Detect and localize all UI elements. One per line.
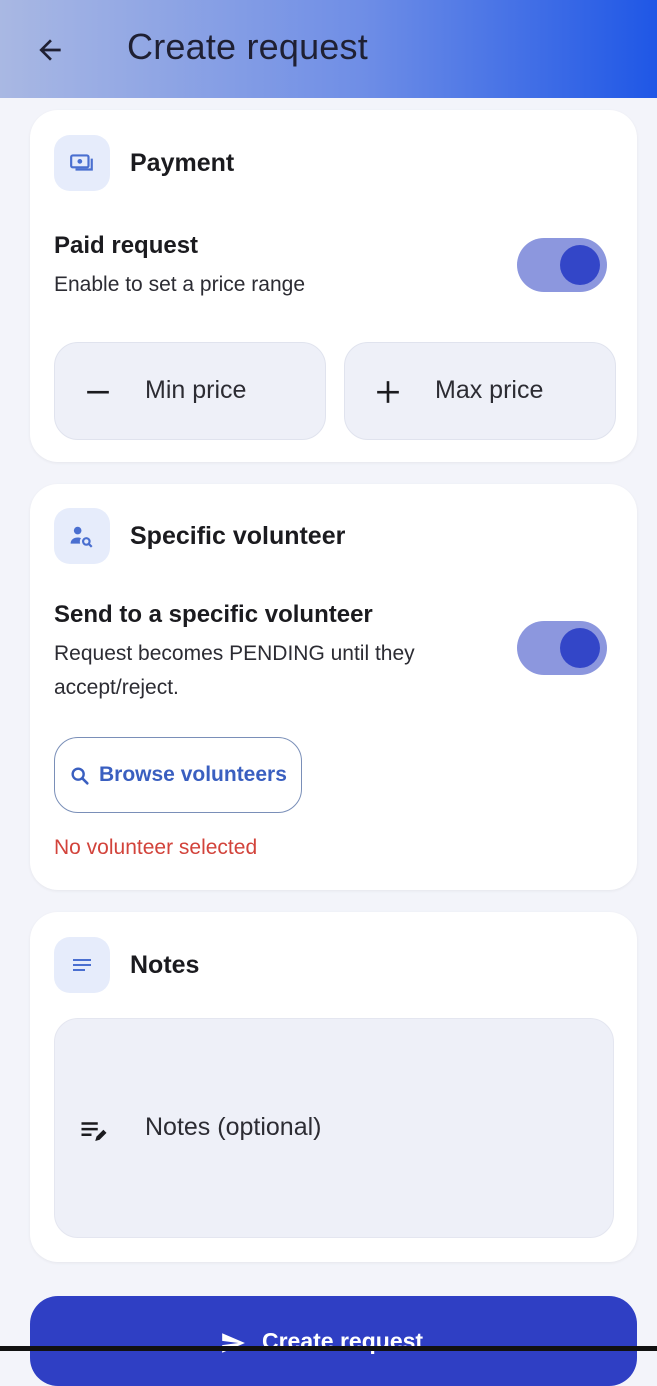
notes-input[interactable]: Notes (optional) (54, 1018, 614, 1238)
max-price-label: Max price (435, 376, 544, 404)
payment-title: Payment (130, 148, 235, 177)
send-icon (222, 1333, 245, 1353)
create-request-button[interactable]: Create request (30, 1296, 637, 1386)
notes-header: Notes (54, 937, 199, 993)
paid-request-title: Paid request (54, 232, 199, 259)
money-icon (54, 135, 110, 191)
volunteer-header: Specific volunteer (54, 508, 345, 564)
person-search-icon (54, 508, 110, 564)
specific-volunteer-subtitle-line1: Request becomes PENDING until they (54, 642, 415, 665)
min-price-button[interactable]: Min price (54, 342, 326, 440)
toggle-knob (560, 628, 600, 668)
page-title: Create request (127, 26, 368, 67)
notes-icon (54, 937, 110, 993)
minus-icon (87, 390, 109, 394)
edit-note-icon (81, 1122, 107, 1141)
specific-volunteer-toggle[interactable] (517, 621, 607, 675)
browse-volunteers-label: Browse volunteers (99, 763, 287, 786)
specific-volunteer-title: Send to a specific volunteer (54, 601, 373, 628)
payment-card: Payment Paid request Enable to set a pri… (30, 110, 637, 462)
max-price-button[interactable]: Max price (344, 342, 616, 440)
min-price-label: Min price (145, 376, 247, 404)
notes-title: Notes (130, 950, 200, 979)
browse-volunteers-button[interactable]: Browse volunteers (54, 737, 302, 813)
specific-volunteer-subtitle-line2: accept/reject. (54, 676, 179, 699)
app-bar: Create request (0, 0, 657, 98)
plus-icon (377, 381, 399, 403)
back-button[interactable] (24, 24, 76, 76)
toggle-knob (560, 245, 600, 285)
arrow-left-icon (39, 39, 61, 61)
paid-request-subtitle: Enable to set a price range (54, 273, 305, 296)
notes-card: Notes Notes (optional) (30, 912, 637, 1262)
payment-header: Payment (54, 135, 234, 191)
notes-placeholder: Notes (optional) (145, 1113, 322, 1141)
volunteer-title: Specific volunteer (130, 521, 346, 550)
paid-request-toggle[interactable] (517, 238, 607, 292)
screen-bottom-edge (0, 1346, 657, 1351)
volunteer-status-text: No volunteer selected (54, 836, 258, 859)
search-icon (71, 767, 89, 785)
volunteer-card: Specific volunteer Send to a specific vo… (30, 484, 637, 890)
